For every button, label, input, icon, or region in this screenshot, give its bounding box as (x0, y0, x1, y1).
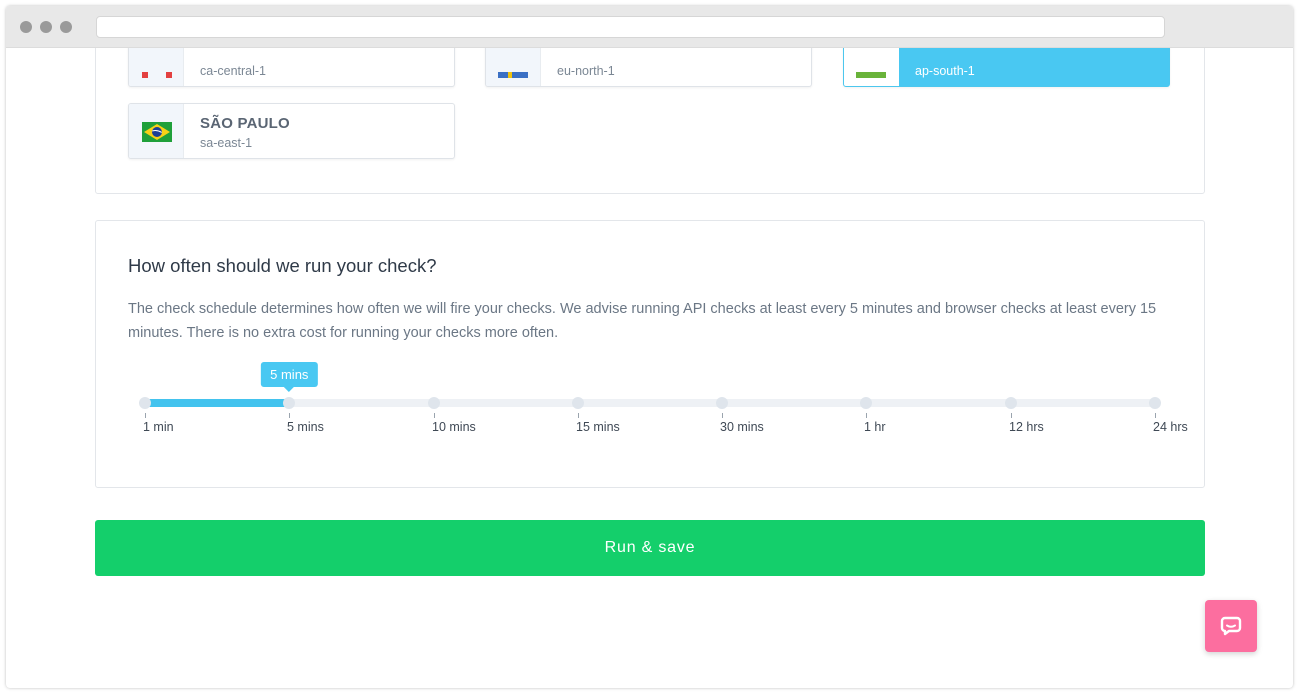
browser-window: ca-central-1 eu-north-1 ap-south-1 SÃO P… (6, 6, 1293, 688)
window-minimize-dot[interactable] (40, 21, 52, 33)
location-code: ca-central-1 (200, 64, 266, 78)
window-close-dot[interactable] (20, 21, 32, 33)
india-flag-icon (856, 72, 886, 78)
frequency-tick-label[interactable]: 1 hr (864, 420, 886, 434)
schedule-description: The check schedule determines how often … (128, 301, 1157, 341)
location-code: eu-north-1 (557, 64, 615, 78)
locations-panel: ca-central-1 eu-north-1 ap-south-1 SÃO P… (95, 48, 1205, 194)
address-bar[interactable] (96, 16, 1165, 38)
flag-box (486, 48, 541, 86)
canada-flag-icon (142, 72, 172, 78)
chat-bubble-icon (1220, 616, 1242, 636)
frequency-stop-0[interactable] (139, 397, 151, 409)
browser-chrome (6, 6, 1293, 48)
schedule-panel: How often should we run your check? The … (95, 220, 1205, 488)
frequency-tick-label[interactable]: 30 mins (720, 420, 764, 434)
frequency-tick-label[interactable]: 24 hrs (1153, 420, 1188, 434)
frequency-stop-2[interactable] (427, 397, 440, 409)
frequency-tick-mark (289, 413, 290, 418)
frequency-slider-track[interactable] (145, 399, 1155, 407)
flag-box (844, 48, 899, 86)
frequency-tick-mark (145, 413, 146, 418)
location-card-ca-central-1[interactable]: ca-central-1 (128, 48, 455, 87)
frequency-tick-label[interactable]: 10 mins (432, 420, 476, 434)
location-code: ap-south-1 (915, 64, 975, 78)
schedule-title: How often should we run your check? (128, 255, 437, 276)
location-card-eu-north-1[interactable]: eu-north-1 (485, 48, 812, 87)
frequency-tick-label[interactable]: 5 mins (287, 420, 324, 434)
frequency-stop-6[interactable] (1004, 397, 1017, 409)
frequency-stop-7[interactable] (1149, 397, 1161, 409)
frequency-slider-fill (145, 399, 290, 407)
window-maximize-dot[interactable] (60, 21, 72, 33)
brazil-flag-icon (142, 122, 172, 142)
chat-button[interactable] (1205, 600, 1257, 652)
frequency-tick-mark (1155, 413, 1156, 418)
frequency-tooltip: 5 mins (261, 362, 318, 392)
page-content: ca-central-1 eu-north-1 ap-south-1 SÃO P… (6, 48, 1293, 688)
location-name: SÃO PAULO (200, 115, 290, 132)
location-card-sa-east-1[interactable]: SÃO PAULO sa-east-1 (128, 103, 455, 159)
frequency-tick-label[interactable]: 12 hrs (1009, 420, 1044, 434)
location-code: sa-east-1 (200, 136, 253, 150)
run-and-save-button[interactable]: Run & save (95, 520, 1205, 576)
frequency-tick-mark (578, 413, 579, 418)
frequency-stop-4[interactable] (716, 397, 729, 409)
flag-box (129, 48, 184, 86)
frequency-tick-mark (722, 413, 723, 418)
flag-box (129, 104, 184, 158)
frequency-stop-3[interactable] (571, 397, 584, 409)
frequency-tick-mark (434, 413, 435, 418)
frequency-stop-5[interactable] (860, 397, 873, 409)
frequency-tick-mark (866, 413, 867, 418)
frequency-tick-label[interactable]: 1 min (143, 420, 174, 434)
frequency-stop-1[interactable] (283, 397, 296, 409)
sweden-flag-icon (498, 72, 528, 78)
location-card-ap-south-1[interactable]: ap-south-1 (843, 48, 1170, 87)
frequency-tick-label[interactable]: 15 mins (576, 420, 620, 434)
frequency-tick-mark (1011, 413, 1012, 418)
